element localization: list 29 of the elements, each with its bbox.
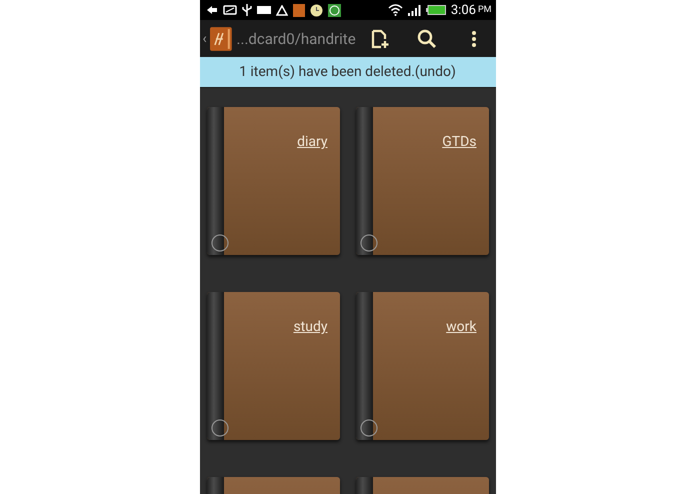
- notebook-title[interactable]: study: [293, 319, 328, 335]
- ring-icon: [210, 419, 228, 437]
- notebook-title[interactable]: GTDs: [442, 134, 476, 150]
- ring-icon: [210, 234, 228, 252]
- clock-time: 3:06: [450, 2, 476, 18]
- notebook-title[interactable]: diary: [297, 134, 328, 150]
- new-note-icon: [371, 28, 390, 48]
- warning-icon: [276, 4, 288, 16]
- notebook-cover[interactable]: GTDs: [356, 107, 488, 255]
- battery-icon: [426, 5, 446, 15]
- card-icon: [222, 5, 236, 15]
- back-caret[interactable]: ‹: [202, 30, 207, 46]
- notebook-cover[interactable]: study: [206, 292, 340, 440]
- notebook-cover[interactable]: diary: [206, 107, 340, 255]
- deleted-message-bar[interactable]: 1 item(s) have been deleted.(undo): [200, 57, 496, 88]
- notebook-title[interactable]: work: [446, 319, 476, 335]
- search-icon: [417, 28, 438, 48]
- signal-icon: [408, 4, 421, 16]
- usb-icon: [242, 4, 252, 16]
- back-arrow-icon: [206, 5, 218, 15]
- folder-path: ...dcard0/handrite: [236, 30, 356, 48]
- clock-icon: [310, 4, 322, 16]
- ring-icon: [360, 234, 378, 252]
- ring-icon: [360, 419, 378, 437]
- notebook-cover[interactable]: work: [356, 292, 488, 440]
- circle-app-icon: [328, 4, 340, 16]
- menu-icon: [470, 30, 477, 48]
- wifi-icon: [388, 4, 403, 16]
- clock-ampm: PM: [478, 5, 492, 15]
